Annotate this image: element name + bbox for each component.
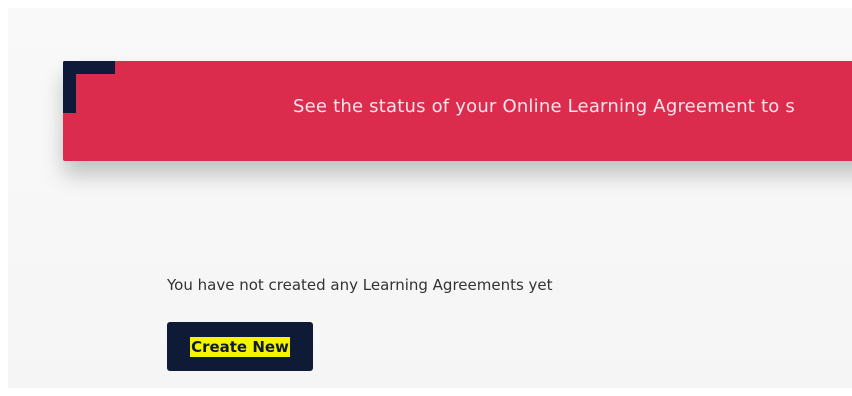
create-new-button-label: Create New [190, 336, 290, 357]
status-banner: See the status of your Online Learning A… [63, 61, 852, 161]
create-new-button[interactable]: Create New [167, 322, 313, 371]
banner-corner-accent [63, 61, 115, 113]
empty-state-message: You have not created any Learning Agreem… [167, 276, 553, 294]
banner-text: See the status of your Online Learning A… [293, 96, 795, 117]
page-content: See the status of your Online Learning A… [8, 8, 852, 388]
corner-accent-vertical [63, 61, 76, 113]
